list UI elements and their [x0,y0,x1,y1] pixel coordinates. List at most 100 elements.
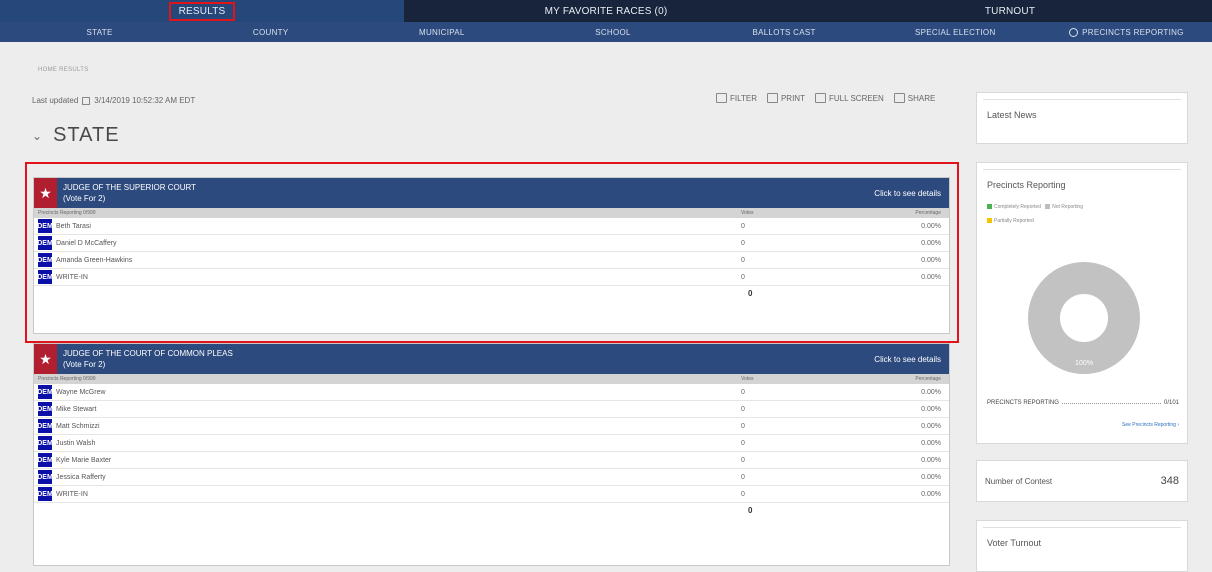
legend-swatch-partially [987,218,992,224]
party-badge: DEM [37,419,53,433]
voter-turnout-title[interactable]: Voter Turnout [983,527,1181,558]
subnav-state-label: STATE [86,27,113,37]
candidate-percentage: 0.00% [921,456,941,464]
candidate-votes: 0 [741,388,745,396]
chevron-right-icon: › [1177,422,1179,428]
contest-count-row: Number of Contest 348 [977,461,1187,501]
top-nav: RESULTS MY FAVORITE RACES (0) TURNOUT [0,0,1212,22]
subnav-school[interactable]: SCHOOL [527,22,698,42]
candidate-row: DEM Mike Stewart 0 0.00% [34,401,949,418]
toolbar: Filter PRINT FULL SCREEN SHARE [716,93,935,103]
candidate-name: Jessica Rafferty [56,473,106,481]
subnav-municipal[interactable]: MUNICIPAL [356,22,527,42]
last-updated: Last updated 3/14/2019 10:52:32 AM EDT [32,96,195,105]
clock-icon [1069,27,1079,37]
filter-button[interactable]: Filter [716,93,757,103]
favorite-star-icon[interactable]: ★ [34,344,57,374]
candidate-row: DEM Jessica Rafferty 0 0.00% [34,469,949,486]
candidate-name: Wayne McGrew [56,388,106,396]
candidate-percentage: 0.00% [921,405,941,413]
tab-results[interactable]: RESULTS [0,0,404,22]
party-badge: DEM [37,453,53,467]
precincts-donut-chart: 100% [1028,262,1140,374]
race-titles: JUDGE OF THE COURT OF COMMON PLEAS (Vote… [63,348,874,370]
legend-row: Completely Reported Not Reporting [987,200,1177,214]
share-button[interactable]: SHARE [893,93,936,103]
tab-turnout[interactable]: TURNOUT [808,0,1212,22]
subnav-ballots-cast-label: BALLOTS CAST [752,27,816,37]
subnav-special-election[interactable]: SPECIAL ELECTION [870,22,1041,42]
candidate-percentage: 0.00% [921,490,941,498]
see-precincts-reporting-link[interactable]: See Precincts Reporting › [1122,422,1179,428]
contest-count-value: 348 [1160,475,1179,487]
breadcrumb[interactable]: HOME RESULTS [38,67,89,73]
precincts-reporting-value: 0/101 [1163,400,1179,406]
candidate-row: DEM Justin Walsh 0 0.00% [34,435,949,452]
latest-news-title[interactable]: Latest News [983,99,1181,130]
page-title: ⌄ STATE [32,124,120,147]
candidate-votes: 0 [741,422,745,430]
print-button[interactable]: PRINT [766,93,805,103]
race-vote-for: (Vote For 2) [63,360,106,369]
tab-turnout-label: TURNOUT [984,5,1036,17]
candidate-name: Mike Stewart [56,405,97,413]
subnav-municipal-label: MUNICIPAL [419,27,465,37]
candidate-votes: 0 [741,490,745,498]
last-updated-value: 3/14/2019 10:52:32 AM EDT [94,96,196,105]
candidate-percentage: 0.00% [921,473,941,481]
subnav-precincts-reporting[interactable]: PRECINCTS REPORTING [1041,22,1212,42]
candidate-votes: 0 [741,456,745,464]
column-header: Precincts Reporting 0/999 Votes Percenta… [34,374,949,384]
latest-news-panel: Latest News [976,92,1188,144]
precincts-reporting-title: Precincts Reporting [983,169,1181,200]
col-votes: Votes [741,376,754,382]
subnav-state[interactable]: STATE [14,22,185,42]
candidate-row: DEM Matt Schmizzi 0 0.00% [34,418,949,435]
candidate-votes: 0 [741,405,745,413]
candidate-row: DEM Kyle Marie Baxter 0 0.00% [34,452,949,469]
precincts-legend: Completely Reported Not Reporting Partia… [977,200,1187,228]
page-title-text: STATE [53,124,120,146]
sub-nav: STATE COUNTY MUNICIPAL SCHOOL BALLOTS CA… [0,22,1212,42]
subnav-precincts-reporting-label: PRECINCTS REPORTING [1082,27,1184,37]
voter-turnout-panel: Voter Turnout [976,520,1188,572]
full-screen-button[interactable]: FULL SCREEN [814,93,884,103]
dotted-leader [1061,400,1161,404]
candidate-row: DEM WRITE-IN 0 0.00% [34,486,949,503]
subnav-special-election-label: SPECIAL ELECTION [915,27,996,37]
candidate-votes: 0 [741,473,745,481]
race-total-votes: 0 [748,506,753,515]
precincts-reporting-label: PRECINCTS REPORTING [987,400,1059,406]
legend-partially-reported: Partially Reported [994,218,1034,224]
calendar-icon [82,96,91,105]
highlight-box-race [25,162,959,343]
col-percentage: Percentage [915,376,941,382]
race-header: ★ JUDGE OF THE COURT OF COMMON PLEAS (Vo… [34,344,949,374]
precincts-reporting-summary: PRECINCTS REPORTING 0/101 [987,400,1179,406]
candidate-name: Kyle Marie Baxter [56,456,112,464]
candidate-votes: 0 [741,439,745,447]
candidate-percentage: 0.00% [921,422,941,430]
legend-swatch-completely [987,204,992,210]
last-updated-label: Last updated [32,96,79,105]
printer-icon [766,93,778,103]
see-details-link[interactable]: Click to see details [874,355,941,364]
full-screen-label: FULL SCREEN [828,93,884,103]
share-label: SHARE [907,93,936,103]
candidate-name: Justin Walsh [56,439,96,447]
donut-label: 100% [1075,360,1093,367]
legend-swatch-not [1045,204,1051,210]
subnav-ballots-cast[interactable]: BALLOTS CAST [699,22,870,42]
contest-count-label: Number of Contest [985,476,1053,486]
collapse-chevron-icon[interactable]: ⌄ [32,129,43,143]
candidate-percentage: 0.00% [921,439,941,447]
tab-results-label: RESULTS [168,1,236,21]
subnav-school-label: SCHOOL [595,27,631,37]
candidate-name: Matt Schmizzi [56,422,100,430]
full-screen-icon [814,93,826,103]
tab-my-favorite-races[interactable]: MY FAVORITE RACES (0) [404,0,808,22]
party-badge: DEM [37,385,53,399]
col-precincts: Precincts Reporting 0/999 [38,376,96,382]
race-title: JUDGE OF THE COURT OF COMMON PLEAS [63,349,233,358]
subnav-county[interactable]: COUNTY [185,22,356,42]
